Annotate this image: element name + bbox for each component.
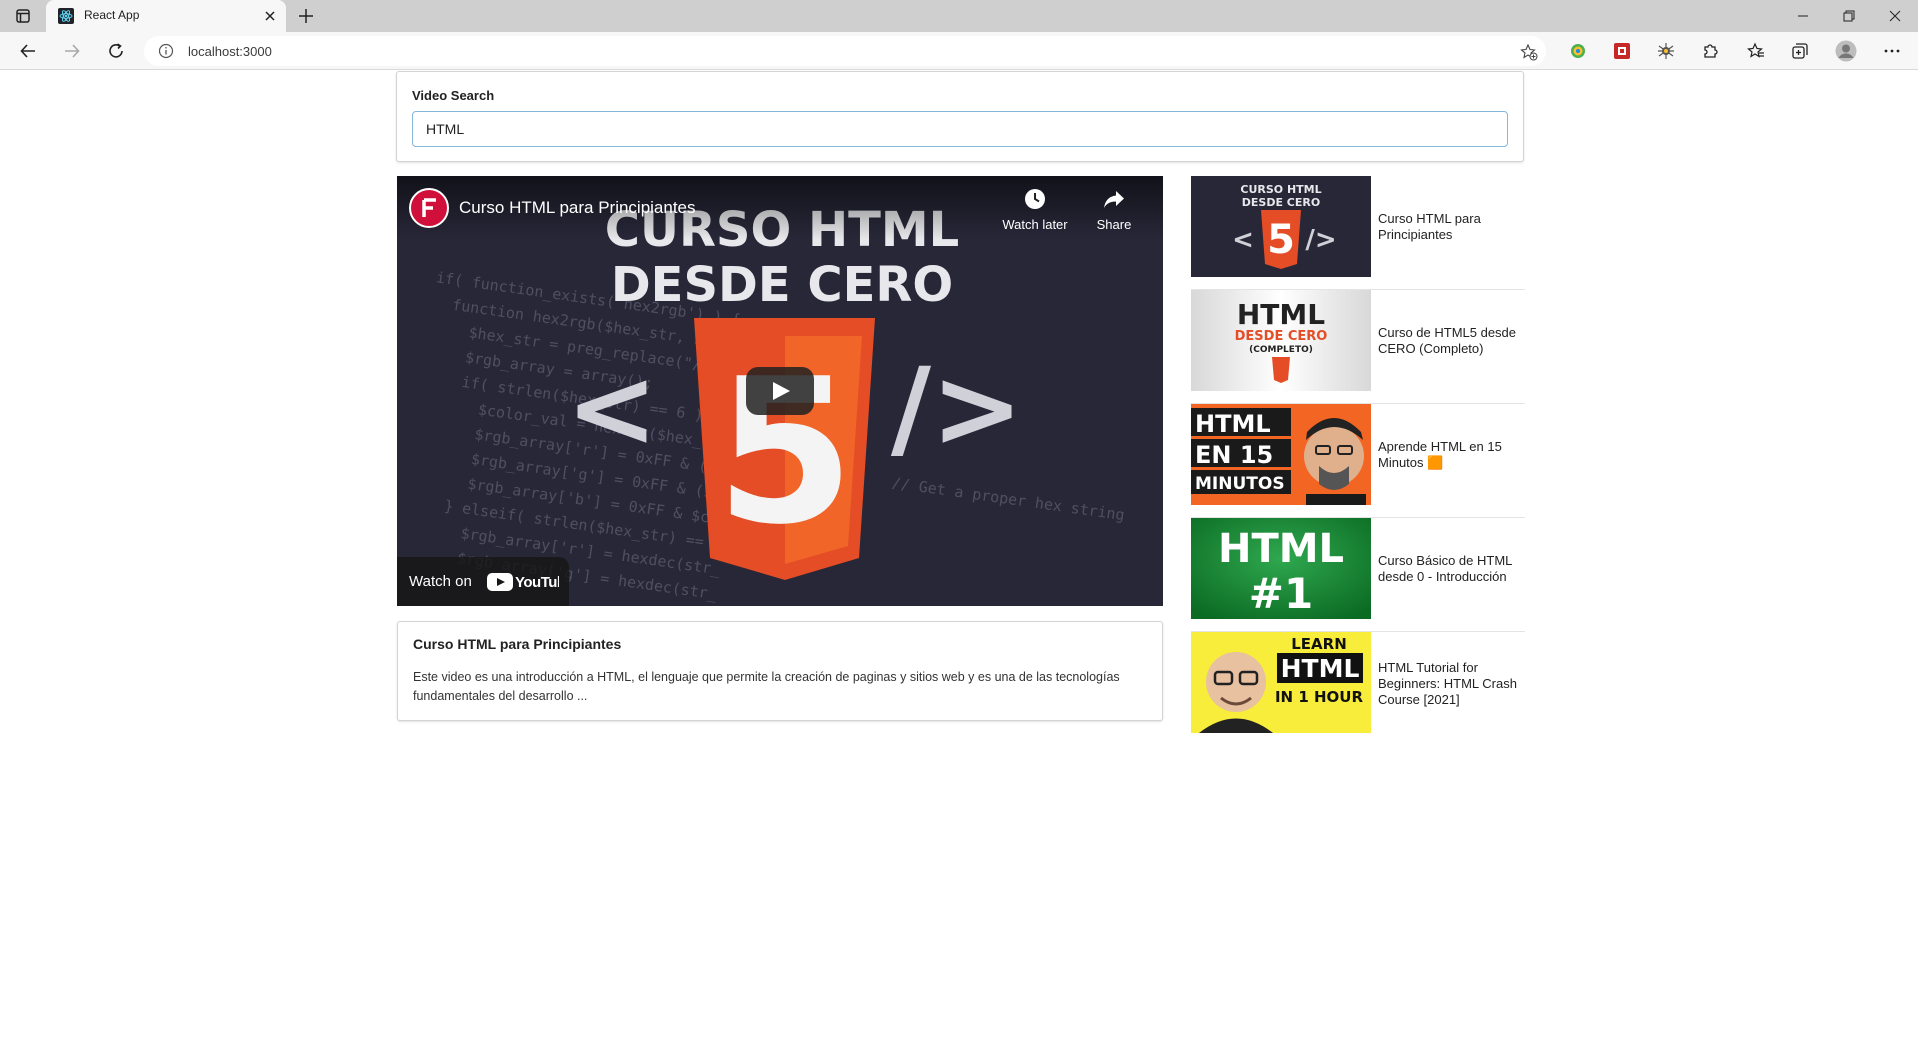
svg-text:(COMPLETO): (COMPLETO)	[1249, 345, 1313, 355]
play-icon	[773, 382, 790, 400]
share-arrow-icon	[1104, 191, 1124, 208]
thumbnail-left-bracket: <	[566, 344, 658, 472]
svg-text:YouTube: YouTube	[515, 574, 559, 591]
youtube-logo-icon: YouTube	[487, 573, 559, 591]
video-list-item-title: HTML Tutorial for Beginners: HTML Crash …	[1378, 660, 1517, 707]
thumbnail-line2: DESDE CERO	[611, 257, 953, 313]
tab-actions-icon[interactable]	[12, 6, 34, 26]
watch-later-label: Watch later	[1002, 217, 1068, 232]
svg-text:LEARN: LEARN	[1291, 635, 1347, 653]
video-list-item-title: Curso Básico de HTML desde 0 - Introducc…	[1378, 553, 1512, 584]
browser-title-bar: React App	[0, 0, 1918, 32]
player-video-title[interactable]: Curso HTML para Principiantes	[459, 198, 696, 218]
search-label: Video Search	[412, 88, 495, 103]
detail-description: Este video es una introducción a HTML, e…	[413, 670, 1120, 703]
svg-text:DESDE CERO: DESDE CERO	[1242, 196, 1320, 209]
video-list-item[interactable]: HTML #1 Curso Básico de HTML desde 0 - I…	[1191, 518, 1525, 632]
svg-text:#1: #1	[1249, 569, 1313, 618]
react-favicon-icon	[58, 8, 74, 24]
minimize-window-icon[interactable]	[1780, 0, 1826, 32]
new-tab-icon[interactable]	[296, 6, 316, 26]
extensions-puzzle-icon[interactable]	[1700, 41, 1720, 61]
profile-avatar-icon[interactable]	[1835, 40, 1857, 62]
video-list-item-title: Curso HTML para Principiantes	[1378, 211, 1481, 242]
svg-text:HTML: HTML	[1237, 298, 1325, 331]
svg-text:HTML: HTML	[1218, 526, 1344, 572]
extension-colorful-icon[interactable]	[1568, 41, 1588, 61]
video-thumbnail-2: HTML DESDE CERO (COMPLETO)	[1191, 290, 1371, 391]
video-player[interactable]: if( function_exists('hex2rgb') ) { funct…	[397, 176, 1163, 606]
video-list-item[interactable]: HTML DESDE CERO (COMPLETO) Curso de HTML…	[1191, 290, 1525, 404]
detail-title: Curso HTML para Principiantes	[413, 636, 622, 652]
video-thumbnail-3: HTML EN 15 MINUTOS	[1191, 404, 1371, 505]
browser-toolbar: localhost:3000	[0, 32, 1918, 70]
svg-text:<: <	[1232, 225, 1254, 255]
clock-icon	[1025, 189, 1045, 209]
favorites-icon[interactable]	[1746, 41, 1766, 61]
refresh-icon[interactable]	[104, 39, 128, 63]
svg-text:HTML: HTML	[1281, 654, 1360, 683]
svg-text:CURSO HTML: CURSO HTML	[1240, 183, 1321, 196]
url-text: localhost:3000	[188, 44, 272, 59]
close-tab-icon[interactable]	[262, 8, 278, 24]
video-list: CURSO HTML DESDE CERO 5 < /> Curso HTML …	[1191, 176, 1525, 746]
search-input[interactable]	[412, 111, 1508, 147]
extension-bug-icon[interactable]	[1656, 41, 1676, 61]
restore-window-icon[interactable]	[1826, 0, 1872, 32]
video-thumbnail-5: LEARN HTML IN 1 HOUR	[1191, 632, 1371, 733]
play-button[interactable]	[746, 367, 814, 415]
browser-tab[interactable]: React App	[46, 0, 286, 32]
back-arrow-icon[interactable]	[16, 39, 40, 63]
svg-text:EN 15: EN 15	[1195, 441, 1273, 469]
extension-red-icon[interactable]	[1612, 41, 1632, 61]
more-menu-icon[interactable]	[1882, 41, 1902, 61]
video-list-item-title: Aprende HTML en 15 Minutos 🟧	[1378, 439, 1502, 470]
channel-avatar-icon[interactable]	[409, 188, 449, 228]
svg-text:5: 5	[1267, 217, 1295, 263]
share-label: Share	[1096, 217, 1132, 232]
video-list-item[interactable]: LEARN HTML IN 1 HOUR HTML Tutorial for B…	[1191, 632, 1525, 746]
forward-arrow-icon[interactable]	[60, 39, 84, 63]
tab-title: React App	[84, 8, 140, 22]
svg-text:IN 1 HOUR: IN 1 HOUR	[1275, 688, 1364, 706]
add-favorite-icon[interactable]	[1520, 43, 1538, 61]
video-search-form: Video Search	[396, 71, 1524, 162]
site-info-icon[interactable]	[158, 43, 174, 59]
watch-later-button[interactable]: Watch later	[995, 188, 1075, 232]
video-detail: Curso HTML para Principiantes Este video…	[397, 621, 1163, 721]
share-button[interactable]: Share	[1074, 188, 1154, 232]
svg-text:DESDE CERO: DESDE CERO	[1235, 329, 1328, 344]
svg-text:/>: />	[1305, 225, 1336, 255]
watch-on-label: Watch on	[409, 573, 472, 590]
video-list-item-title: Curso de HTML5 desde CERO (Completo)	[1378, 325, 1517, 356]
svg-text:MINUTOS: MINUTOS	[1195, 474, 1285, 494]
collections-icon[interactable]	[1790, 41, 1810, 61]
thumbnail-right-bracket: />	[891, 344, 1023, 472]
watch-on-youtube-link[interactable]: Watch on YouTube	[397, 557, 569, 606]
close-window-icon[interactable]	[1872, 0, 1918, 32]
video-thumbnail-1: CURSO HTML DESDE CERO 5 < />	[1191, 176, 1371, 277]
svg-text:HTML: HTML	[1195, 410, 1271, 438]
video-list-item[interactable]: HTML EN 15 MINUTOS Aprende HTML en 15 Mi…	[1191, 404, 1525, 518]
video-list-item[interactable]: CURSO HTML DESDE CERO 5 < /> Curso HTML …	[1191, 176, 1525, 290]
address-bar[interactable]: localhost:3000	[144, 36, 1546, 66]
video-thumbnail-4: HTML #1	[1191, 518, 1371, 619]
